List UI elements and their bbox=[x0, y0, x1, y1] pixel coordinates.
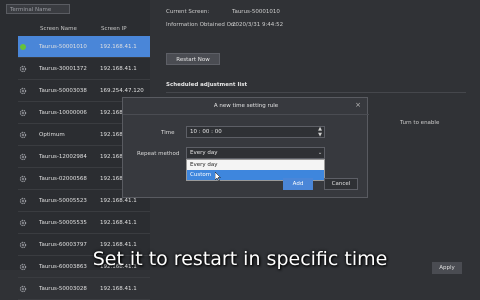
screen-list-row[interactable]: Taurus-50001010 192.168.41.1 bbox=[18, 36, 150, 58]
column-header-screen-name[interactable]: Screen Name bbox=[40, 22, 77, 36]
cancel-button[interactable]: Cancel bbox=[324, 178, 358, 190]
screen-name: Taurus-50003038 bbox=[39, 88, 87, 94]
gear-icon[interactable] bbox=[19, 197, 27, 205]
restart-now-button[interactable]: Restart Now bbox=[166, 53, 220, 65]
info-obtained-label: Information Obtained On: bbox=[166, 22, 237, 28]
repeat-method-select[interactable]: Every day bbox=[186, 147, 325, 159]
current-screen-label: Current Screen: bbox=[166, 9, 210, 15]
screen-ip: 192.168.41.1 bbox=[100, 66, 137, 72]
repeat-method-label: Repeat method bbox=[137, 151, 180, 157]
screen-name: Taurus-30001372 bbox=[39, 66, 87, 72]
screen-list-row[interactable]: Taurus-50003028 192.168.41.1 bbox=[18, 278, 150, 300]
chevron-down-icon[interactable]: ⌄ bbox=[316, 147, 324, 159]
screen-name: Optimum bbox=[39, 132, 65, 138]
gear-icon[interactable] bbox=[19, 65, 27, 73]
dialog-title: A new time setting rule bbox=[213, 103, 279, 109]
screen-ip: 192.168.41.1 bbox=[100, 44, 137, 50]
screen-name: Taurus-12002984 bbox=[39, 154, 87, 160]
divider bbox=[166, 92, 466, 93]
gear-icon[interactable] bbox=[19, 219, 27, 227]
screen-name: Taurus-50001010 bbox=[39, 44, 87, 50]
screen-name: Taurus-50005523 bbox=[39, 198, 87, 204]
add-button[interactable]: Add bbox=[283, 178, 313, 190]
gear-icon[interactable] bbox=[19, 153, 27, 161]
time-label: Time bbox=[161, 130, 175, 136]
time-input[interactable]: 10 : 00 : 00 bbox=[186, 126, 325, 138]
current-screen-value: Taurus-50001010 bbox=[232, 9, 280, 15]
dialog-title-bar: A new time setting rule × bbox=[123, 98, 369, 115]
mouse-cursor-icon bbox=[215, 172, 221, 181]
screen-ip: 192.168.41.1 bbox=[100, 220, 137, 226]
screen-list-row[interactable]: Taurus-50005535 192.168.41.1 bbox=[18, 212, 150, 234]
option-every-day[interactable]: Every day bbox=[187, 160, 324, 170]
scheduled-adjustment-title: Scheduled adjustment list bbox=[166, 82, 248, 88]
info-obtained-value: 2020/3/31 9:44:52 bbox=[232, 22, 284, 28]
turn-on-column-label: Turn to enable bbox=[400, 120, 440, 126]
new-time-rule-dialog: A new time setting rule × Time 10 : 00 :… bbox=[122, 97, 369, 198]
gear-icon[interactable] bbox=[19, 175, 27, 183]
gear-icon[interactable] bbox=[19, 285, 27, 293]
screen-name: Taurus-10000006 bbox=[39, 110, 87, 116]
screen-name: Taurus-50003028 bbox=[39, 286, 87, 292]
close-icon[interactable]: × bbox=[354, 101, 362, 109]
video-caption: Set it to restart in specific time bbox=[92, 248, 388, 270]
gear-icon[interactable] bbox=[19, 87, 27, 95]
gear-icon[interactable] bbox=[19, 109, 27, 117]
screen-name: Taurus-50005535 bbox=[39, 220, 87, 226]
screen-ip: 192.168.41.1 bbox=[100, 286, 137, 292]
screen-name: Taurus-02000568 bbox=[39, 176, 87, 182]
column-header-screen-ip[interactable]: Screen IP bbox=[101, 22, 127, 36]
spin-down-icon[interactable]: ▼ bbox=[316, 132, 324, 138]
online-status-dot bbox=[20, 44, 26, 50]
screen-list-row[interactable]: Taurus-30001372 192.168.41.1 bbox=[18, 58, 150, 80]
terminal-name-search-input[interactable]: Terminal Name bbox=[6, 4, 70, 14]
gear-icon[interactable] bbox=[19, 131, 27, 139]
